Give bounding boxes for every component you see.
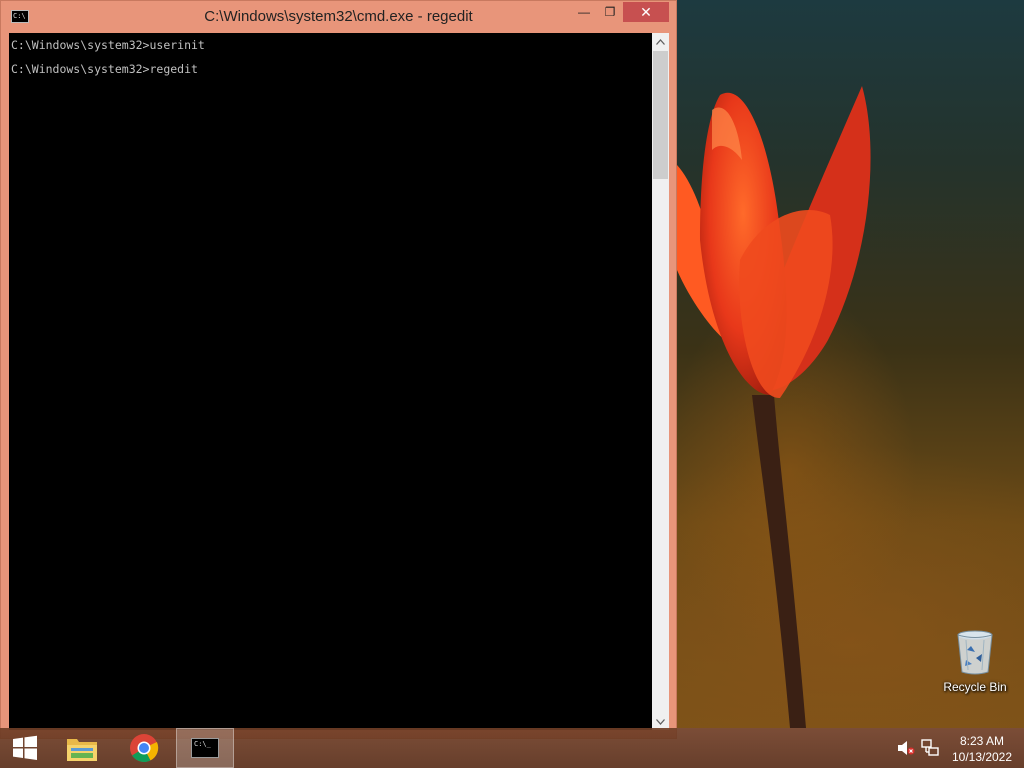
- console-line: C:\Windows\system32>userinit: [11, 38, 205, 52]
- title-bar[interactable]: C:\ C:\Windows\system32\cmd.exe - regedi…: [1, 1, 676, 31]
- windows-logo-icon: [13, 735, 37, 760]
- cmd-window[interactable]: C:\ C:\Windows\system32\cmd.exe - regedi…: [0, 0, 677, 739]
- chrome-icon: [130, 734, 159, 763]
- scroll-up-arrow-icon[interactable]: [652, 33, 669, 50]
- recycle-bin-label: Recycle Bin: [943, 680, 1007, 694]
- clock[interactable]: 8:23 AM 10/13/2022: [947, 733, 1017, 765]
- network-icon[interactable]: [921, 739, 939, 757]
- close-button[interactable]: ✕: [623, 2, 669, 22]
- scroll-thumb[interactable]: [653, 51, 668, 179]
- recycle-bin-shortcut[interactable]: Recycle Bin: [936, 628, 1014, 704]
- chrome-button[interactable]: [118, 728, 170, 768]
- vertical-scrollbar[interactable]: [652, 33, 669, 730]
- clock-time: 8:23 AM: [959, 734, 1005, 748]
- volume-muted-icon[interactable]: [897, 740, 915, 756]
- folder-icon: [67, 739, 97, 761]
- command-prompt-taskbar-button[interactable]: C:\_: [176, 728, 234, 768]
- minimize-button[interactable]: —: [571, 2, 597, 22]
- file-explorer-button[interactable]: [56, 728, 108, 768]
- clock-date: 10/13/2022: [951, 750, 1013, 764]
- restore-button[interactable]: ❐: [597, 2, 623, 22]
- start-button[interactable]: [0, 728, 50, 768]
- console-output[interactable]: C:\Windows\system32>userinit C:\Windows\…: [9, 33, 652, 730]
- console-line: C:\Windows\system32>regedit: [11, 62, 198, 76]
- recycle-bin-icon: [957, 630, 993, 675]
- taskbar: C:\_ 8:23 AM 10/13/2022: [0, 728, 1024, 768]
- cmd-icon: C:\_: [191, 738, 219, 758]
